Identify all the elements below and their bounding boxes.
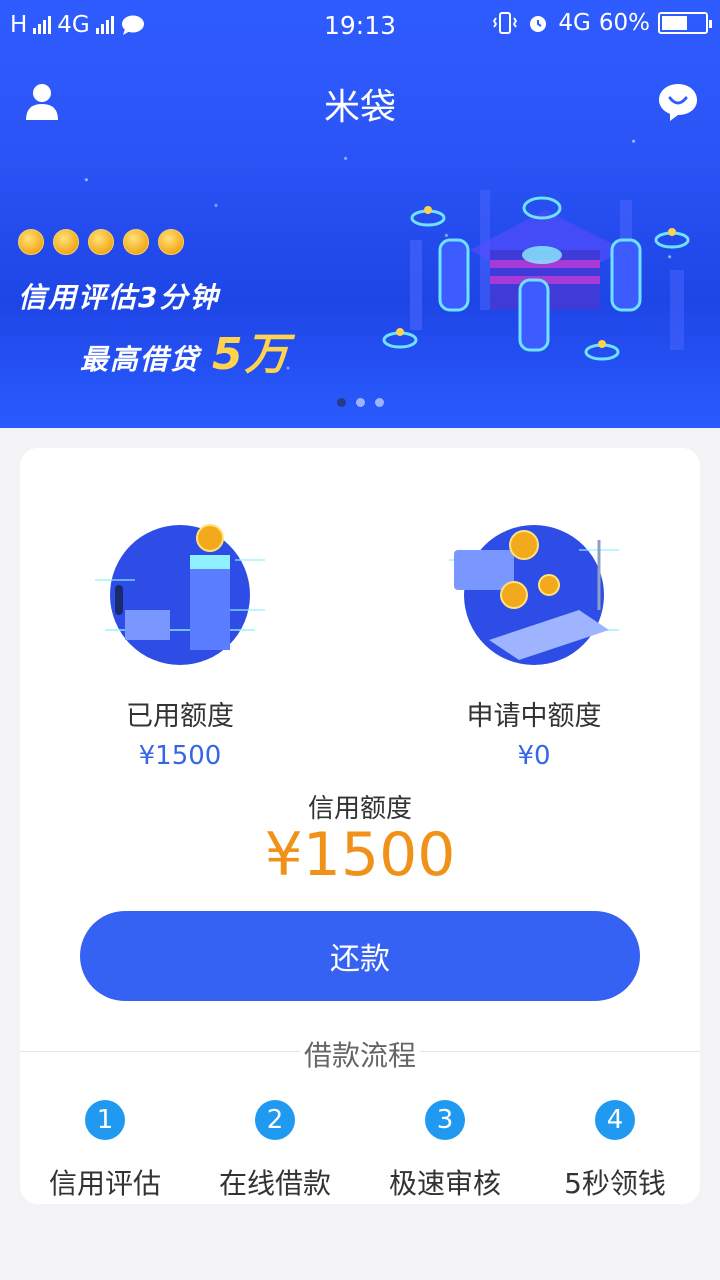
loan-process-title: 借款流程 xyxy=(20,1034,700,1074)
step-label: 在线借款 xyxy=(218,1167,331,1200)
data-center-illustration xyxy=(382,190,690,361)
step-label: 信用评估 xyxy=(48,1167,161,1200)
vibrate-icon xyxy=(493,12,518,34)
battery-percent: 60% xyxy=(598,10,650,36)
carousel-dot[interactable] xyxy=(355,398,365,407)
pending-quota: 申请中额度 ¥0 xyxy=(434,520,634,771)
header-banner-area: H 4G 19:13 4G 60% 米袋 信用评估3分钟 最高借贷 5万 xyxy=(0,0,720,428)
pending-quota-illustration xyxy=(449,525,619,665)
used-quota: 已用额度 ¥1500 xyxy=(80,520,280,771)
used-quota-illustration xyxy=(95,524,265,665)
banner-headline: 信用评估3分钟 xyxy=(18,281,220,314)
banner-subline-text: 最高借贷 xyxy=(80,343,201,376)
alarm-clock-icon xyxy=(530,16,547,32)
battery-icon xyxy=(658,12,712,34)
step-number-badge: 3 xyxy=(425,1100,465,1140)
carousel-dot[interactable] xyxy=(374,398,384,407)
carousel-indicator xyxy=(0,398,720,407)
battery-level xyxy=(662,16,688,30)
process-step: 1 信用评估 xyxy=(20,1100,190,1202)
step-number-badge: 1 xyxy=(85,1100,125,1140)
step-label: 5秒领钱 xyxy=(564,1167,666,1200)
banner-subline: 最高借贷 5万 xyxy=(80,318,291,382)
used-quota-label: 已用额度 xyxy=(126,701,234,732)
pending-quota-value: ¥0 xyxy=(517,741,551,771)
credit-limit-value: ¥1500 xyxy=(264,820,456,890)
coin-icon xyxy=(18,229,44,255)
message-icon[interactable] xyxy=(658,82,698,122)
repay-button[interactable]: 还款 xyxy=(80,911,640,1001)
loan-process-title-text: 借款流程 xyxy=(299,1039,420,1072)
carousel-dot[interactable] xyxy=(336,398,346,407)
used-quota-value: ¥1500 xyxy=(138,741,222,771)
credit-card-panel: 已用额度 ¥1500 申请中额度 ¥0 信用额度 ¥1500 还款 借款流程 1… xyxy=(20,448,700,1204)
step-number-badge: 2 xyxy=(255,1100,295,1140)
step-number-badge: 4 xyxy=(595,1100,635,1140)
process-step: 2 在线借款 xyxy=(190,1100,360,1202)
status-bar: H 4G 19:13 4G 60% xyxy=(0,0,720,52)
coin-icon xyxy=(123,229,149,255)
coin-icon xyxy=(53,229,79,255)
process-step: 4 5秒领钱 xyxy=(530,1100,700,1202)
pending-quota-label: 申请中额度 xyxy=(466,701,602,732)
network-type-4g-secondary: 4G xyxy=(558,10,591,36)
status-right: 4G 60% xyxy=(492,10,712,36)
step-label: 极速审核 xyxy=(388,1167,501,1200)
loan-process-steps: 1 信用评估 2 在线借款 3 极速审核 4 5秒领钱 xyxy=(20,1100,700,1202)
page-title: 米袋 xyxy=(323,87,396,128)
coin-row xyxy=(18,229,184,255)
coin-icon xyxy=(88,229,114,255)
coin-icon xyxy=(158,229,184,255)
banner-highlight-amount: 5万 xyxy=(212,329,291,380)
process-step: 3 极速审核 xyxy=(360,1100,530,1202)
